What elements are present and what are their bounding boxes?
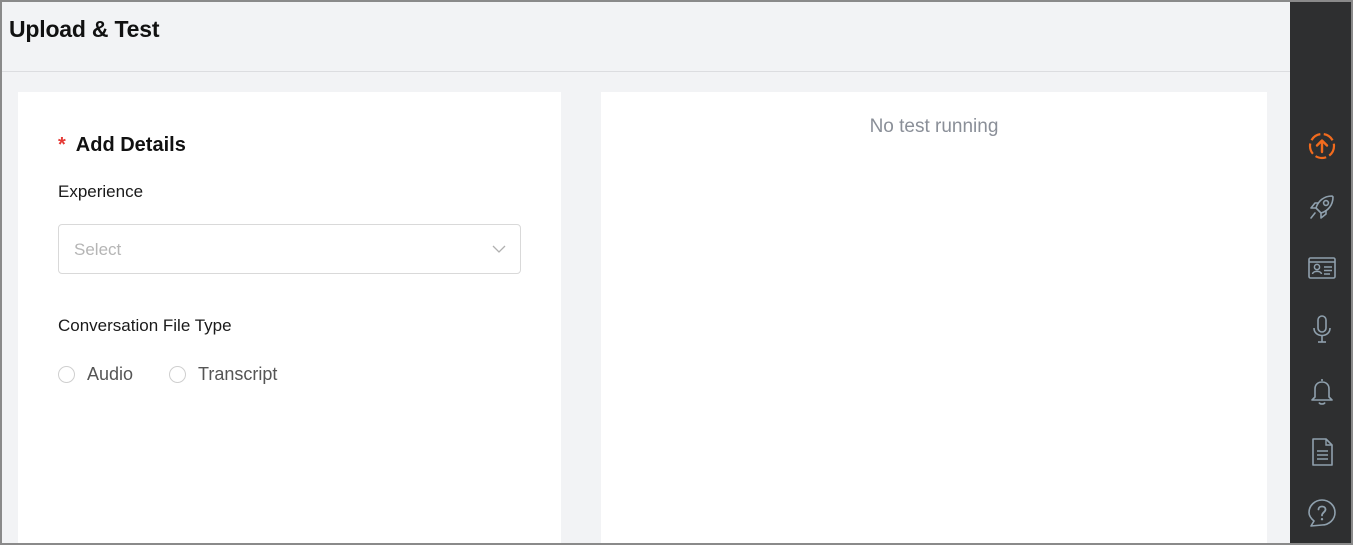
- radio-audio-circle[interactable]: [58, 366, 75, 383]
- help-icon: [1307, 499, 1336, 527]
- sidebar-item-documents[interactable]: [1290, 429, 1351, 475]
- required-marker: *: [58, 134, 66, 156]
- experience-select[interactable]: Select: [58, 224, 521, 274]
- file-type-label: Conversation File Type: [58, 316, 232, 335]
- section-title-label: Add Details: [75, 134, 186, 156]
- experience-label: Experience: [58, 182, 144, 201]
- sidebar-item-help[interactable]: [1290, 490, 1351, 536]
- rocket-icon: [1309, 195, 1334, 219]
- sidebar-item-upload[interactable]: [1290, 123, 1351, 169]
- test-status-text: No test running: [869, 116, 999, 137]
- sidebar-item-notifications[interactable]: [1290, 368, 1351, 414]
- id-card-icon: [1307, 257, 1336, 279]
- chevron-down-icon: [492, 245, 506, 253]
- sidebar-item-rocket[interactable]: [1290, 184, 1351, 230]
- page-header: Upload & Test: [2, 2, 1290, 72]
- radio-transcript-label[interactable]: Transcript: [198, 364, 277, 385]
- experience-select-placeholder: Select: [74, 240, 122, 259]
- app-window: Upload & Test * Add Details Experience S…: [0, 0, 1353, 545]
- microphone-icon: [1312, 315, 1331, 343]
- bell-icon: [1310, 379, 1333, 405]
- sidebar-item-profile[interactable]: [1290, 245, 1351, 291]
- radio-audio[interactable]: Audio: [58, 364, 133, 385]
- radio-transcript[interactable]: Transcript: [169, 364, 277, 385]
- section-title: * Add Details: [58, 134, 186, 157]
- radio-transcript-circle[interactable]: [169, 366, 187, 383]
- radio-audio-label[interactable]: Audio: [87, 364, 133, 385]
- file-type-radio-group: Audio Transcript: [58, 364, 313, 385]
- test-results-panel: No test running: [601, 92, 1267, 543]
- document-icon: [1311, 438, 1333, 466]
- right-sidebar: [1290, 2, 1351, 543]
- sidebar-item-voice[interactable]: [1290, 306, 1351, 352]
- page-title: Upload & Test: [9, 16, 160, 42]
- details-panel: * Add Details Experience Select Conversa…: [18, 92, 561, 543]
- upload-icon: [1308, 132, 1335, 160]
